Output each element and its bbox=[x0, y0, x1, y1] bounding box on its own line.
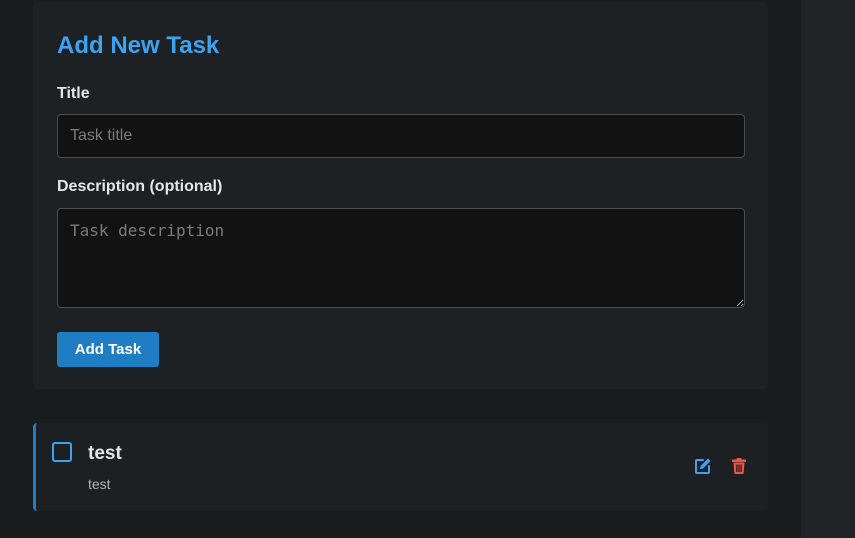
task-description: test bbox=[88, 476, 111, 492]
add-task-form: Add New Task Title Description (optional… bbox=[33, 2, 768, 389]
add-task-button[interactable]: Add Task bbox=[57, 332, 159, 367]
edit-icon[interactable] bbox=[694, 457, 712, 475]
task-checkbox[interactable] bbox=[52, 442, 72, 462]
task-item: test test bbox=[33, 423, 768, 511]
title-input[interactable] bbox=[57, 114, 745, 158]
description-label: Description (optional) bbox=[57, 178, 223, 195]
description-input[interactable] bbox=[57, 208, 745, 308]
page-margin bbox=[801, 0, 855, 538]
trash-icon[interactable] bbox=[730, 457, 748, 475]
form-heading: Add New Task bbox=[57, 32, 220, 59]
task-title: test bbox=[88, 443, 122, 464]
app-container: Add New Task Title Description (optional… bbox=[0, 0, 801, 538]
title-label: Title bbox=[57, 85, 90, 102]
